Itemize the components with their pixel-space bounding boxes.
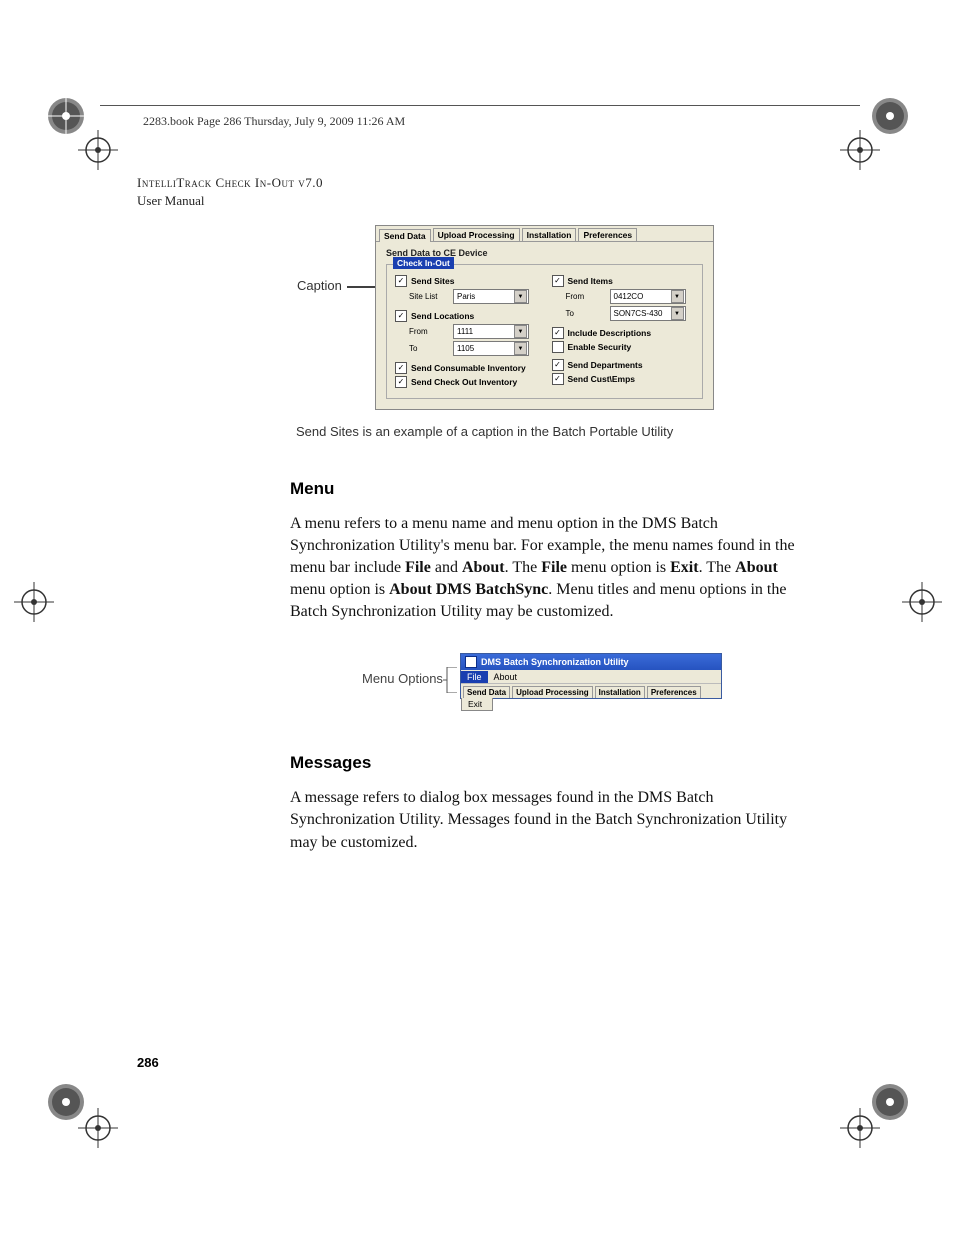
tab-upload-processing[interactable]: Upload Processing (433, 228, 520, 241)
main-content: Send Data Upload Processing Installation… (290, 225, 810, 854)
chevron-down-icon: ▼ (671, 290, 684, 303)
tab2-preferences[interactable]: Preferences (647, 686, 701, 698)
combo-loc-from[interactable]: 1111 ▼ (453, 324, 529, 339)
label-items-from: From (566, 292, 606, 301)
groupbox-legend: Check In-Out (393, 257, 454, 269)
combo-value: 0412CO (614, 292, 644, 301)
title-line1: IntelliTrack Check In-Out v7.0 (137, 174, 323, 192)
tab-bar-2: Send Data Upload Processing Installation… (461, 683, 721, 698)
tab-send-data[interactable]: Send Data (379, 229, 431, 242)
label-items-to: To (566, 309, 606, 318)
heading-menu: Menu (290, 479, 810, 499)
label-send-items: Send Items (568, 276, 613, 286)
label-send-checkout: Send Check Out Inventory (411, 377, 517, 387)
left-column: ✓ Send Sites Site List Paris ▼ ✓ Send Locat… (395, 273, 538, 390)
combo-value: SON7CS-430 (614, 309, 663, 318)
crop-mark-mr (902, 582, 942, 622)
checkbox-enable-security[interactable] (552, 341, 564, 353)
tab2-send-data[interactable]: Send Data (463, 686, 510, 698)
combo-loc-to[interactable]: 1105 ▼ (453, 341, 529, 356)
label-site-list: Site List (409, 292, 449, 301)
combo-value: Paris (457, 292, 475, 301)
label-send-sites: Send Sites (411, 276, 454, 286)
checkbox-send-custemps[interactable]: ✓ (552, 373, 564, 385)
label-enable-security: Enable Security (568, 342, 632, 352)
crop-mark-tr2 (840, 130, 880, 170)
combo-value: 1111 (457, 327, 473, 336)
heading-messages: Messages (290, 753, 810, 773)
tab-installation[interactable]: Installation (522, 228, 577, 241)
groupbox-check-in-out: Check In-Out ✓Send Sites Site List Paris… (386, 264, 703, 399)
titlebar: DMS Batch Synchronization Utility (461, 654, 721, 670)
chevron-down-icon: ▼ (514, 325, 527, 338)
chevron-down-icon: ▼ (514, 342, 527, 355)
combo-value: 1105 (457, 344, 474, 353)
chevron-down-icon: ▼ (514, 290, 527, 303)
combo-items-to[interactable]: SON7CS-430 ▼ (610, 306, 686, 321)
menubar: File About (461, 670, 721, 683)
checkbox-send-locations[interactable]: ✓ (395, 310, 407, 322)
crop-mark-tl2 (78, 130, 118, 170)
tab-bar: Send Data Upload Processing Installation… (376, 226, 713, 242)
figure-batch-portable-utility: Send Data Upload Processing Installation… (375, 225, 714, 410)
crop-mark-br2 (840, 1108, 880, 1148)
document-title: IntelliTrack Check In-Out v7.0 User Manu… (137, 174, 323, 209)
label-send-custemps: Send Cust\Emps (568, 374, 636, 384)
panel-send-data: Send Data to CE Device Check In-Out ✓Sen… (376, 242, 713, 409)
page-number: 286 (137, 1055, 159, 1070)
label-from: From (409, 327, 449, 336)
menu-file[interactable]: File (461, 671, 488, 683)
header-rule (100, 105, 860, 106)
title-line2: User Manual (137, 192, 323, 210)
checkbox-send-sites[interactable]: ✓ (395, 275, 407, 287)
menu-item-exit[interactable]: Exit (461, 698, 493, 711)
figure2-wrap: Menu Options DMS Batch Synchronization U… (290, 653, 810, 703)
label-include-desc: Include Descriptions (568, 328, 652, 338)
checkbox-send-departments[interactable]: ✓ (552, 359, 564, 371)
crop-mark-ml (14, 582, 54, 622)
checkbox-send-consumable[interactable]: ✓ (395, 362, 407, 374)
right-column: ✓Send Items From 0412CO▼ To SON7CS-430▼ … (552, 273, 695, 390)
bracket-icon (443, 667, 459, 698)
label-send-locations: Send Locations (411, 311, 474, 321)
figure1-caption: Send Sites is an example of a caption in… (296, 424, 810, 439)
crop-mark-bl2 (78, 1108, 118, 1148)
tab2-installation[interactable]: Installation (595, 686, 645, 698)
menu-about[interactable]: About (488, 671, 524, 683)
tab-preferences[interactable]: Preferences (578, 228, 637, 241)
menu-paragraph: A menu refers to a menu name and menu op… (290, 513, 810, 623)
messages-paragraph: A message refers to dialog box messages … (290, 787, 810, 853)
checkbox-send-checkout[interactable]: ✓ (395, 376, 407, 388)
combo-site-list[interactable]: Paris ▼ (453, 289, 529, 304)
label-to: To (409, 344, 449, 353)
checkbox-include-desc[interactable]: ✓ (552, 327, 564, 339)
figure-dms-batch-sync: DMS Batch Synchronization Utility File A… (460, 653, 722, 699)
app-icon (465, 656, 477, 668)
label-send-consumable: Send Consumable Inventory (411, 363, 526, 373)
chevron-down-icon: ▼ (671, 307, 684, 320)
checkbox-send-items[interactable]: ✓ (552, 275, 564, 287)
label-send-departments: Send Departments (568, 360, 643, 370)
page-header: 2283.book Page 286 Thursday, July 9, 200… (143, 114, 405, 129)
combo-items-from[interactable]: 0412CO ▼ (610, 289, 686, 304)
tab2-upload[interactable]: Upload Processing (512, 686, 592, 698)
menu-options-label: Menu Options (362, 671, 443, 686)
window-title: DMS Batch Synchronization Utility (481, 657, 629, 667)
